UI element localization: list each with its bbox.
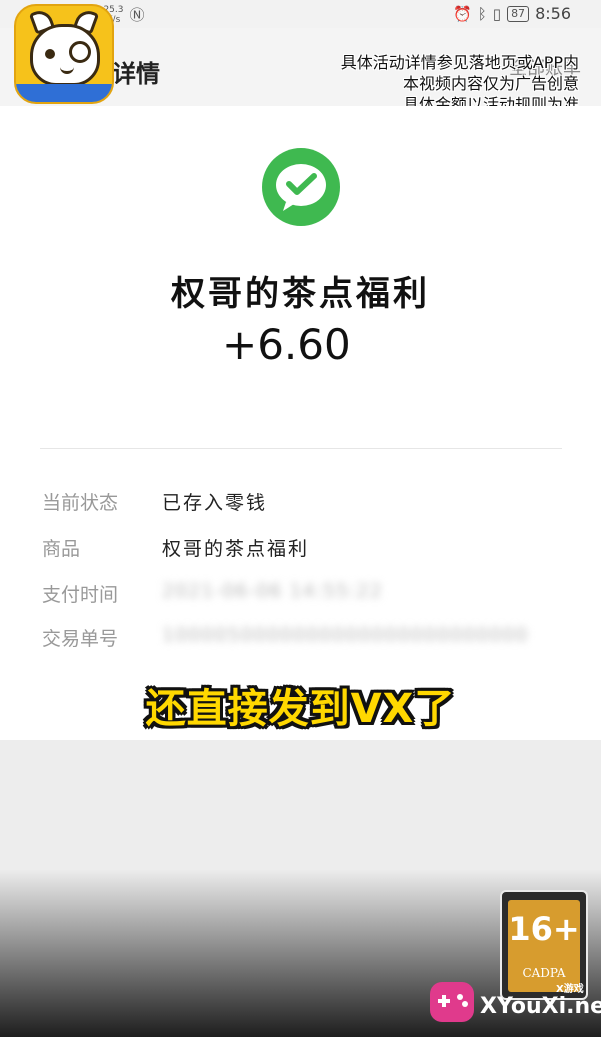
clock: 8:56 xyxy=(535,4,571,23)
video-caption: 还直接发到VX了 xyxy=(145,686,456,732)
detail-value-blurred: 1000050000000000000000000000 xyxy=(162,624,529,646)
status-right: ⏰ ᛒ ▯ 87 8:56 xyxy=(453,4,571,23)
detail-label: 商品 xyxy=(42,538,81,560)
transaction-amount: +6.60 xyxy=(222,320,351,369)
monocle xyxy=(69,41,91,63)
detail-label: 当前状态 xyxy=(42,492,119,514)
merchant-name: 权哥的茶点福利 xyxy=(171,274,430,314)
watermark-small-text: X游戏 xyxy=(556,984,584,995)
disclaimer-line: 具体活动详情参见落地页或APP内 xyxy=(340,53,579,72)
bluetooth-icon: ᛒ xyxy=(477,4,487,23)
detail-row-pay-time: 支付时间 2021-06-06 14:55:22 xyxy=(42,580,562,610)
watermark-site-name: XYouXi.net xyxy=(480,994,601,1019)
battery-indicator: 87 xyxy=(507,5,530,22)
cat-mouth xyxy=(60,65,74,74)
wechat-pay-icon xyxy=(262,148,340,226)
app-logo-icon xyxy=(14,4,114,104)
nfc-icon: Ⓝ xyxy=(129,6,145,24)
gamepad-icon xyxy=(430,982,474,1022)
cat-collar xyxy=(16,84,112,102)
detail-row-status: 当前状态 已存入零钱 xyxy=(42,488,562,518)
detail-label: 交易单号 xyxy=(42,628,119,650)
transaction-card: 权哥的茶点福利 +6.60 当前状态 已存入零钱 商品 权哥的茶点福利 支付时间… xyxy=(0,106,601,740)
disclaimer-line: 本视频内容仅为广告创意 xyxy=(402,74,579,93)
detail-row-product: 商品 权哥的茶点福利 xyxy=(42,534,562,564)
site-watermark: X游戏 XYouXi.net xyxy=(428,978,601,1030)
cat-eye xyxy=(45,49,55,59)
age-rating-value: 16+ xyxy=(508,910,580,948)
detail-label: 支付时间 xyxy=(42,584,119,606)
alarm-icon: ⏰ xyxy=(453,4,472,23)
vibrate-icon: ▯ xyxy=(492,4,502,23)
page-title: 详情 xyxy=(112,60,160,88)
detail-value: 已存入零钱 xyxy=(162,492,268,514)
divider xyxy=(40,448,562,449)
detail-row-order-id[interactable]: 交易单号 1000050000000000000000000000 xyxy=(42,624,562,654)
detail-value-blurred: 2021-06-06 14:55:22 xyxy=(162,580,383,602)
cat-face xyxy=(30,24,100,86)
detail-value: 权哥的茶点福利 xyxy=(162,538,310,560)
